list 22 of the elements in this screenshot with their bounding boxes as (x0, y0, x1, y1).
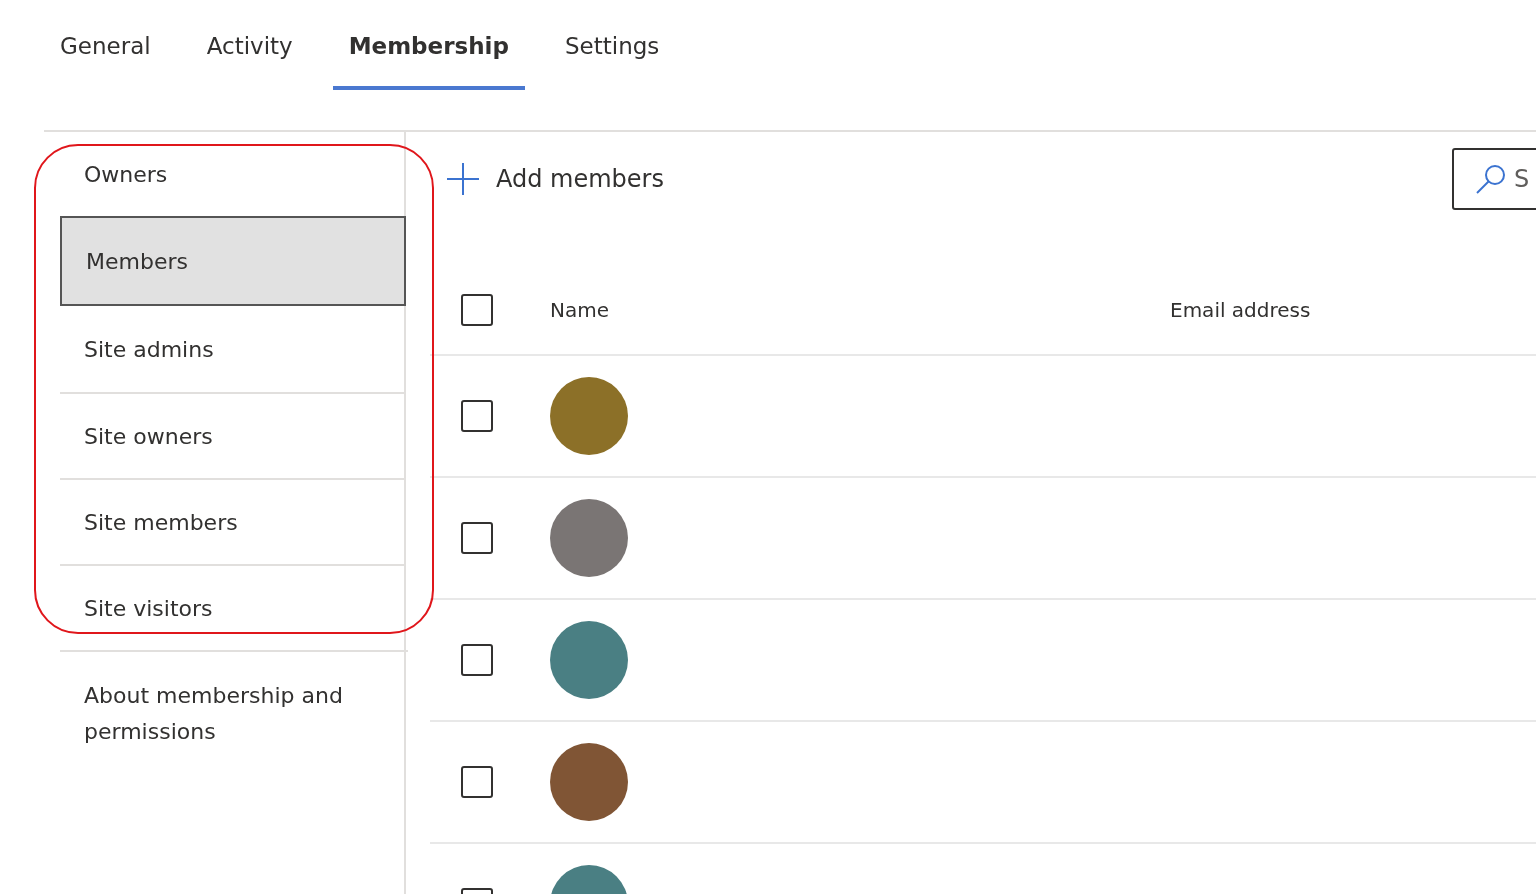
row-checkbox[interactable] (461, 400, 493, 432)
search-icon (1474, 162, 1508, 196)
row-checkbox[interactable] (461, 766, 493, 798)
tab[interactable]: General (44, 10, 167, 90)
add-members-button[interactable]: Add members (430, 162, 664, 196)
sidebar-item[interactable]: Site visitors (60, 564, 406, 650)
column-header[interactable]: Email address (1170, 298, 1311, 322)
select-all-checkbox[interactable] (461, 294, 493, 326)
column-header[interactable]: Name (550, 298, 1170, 322)
search-field[interactable]: S (1452, 148, 1536, 210)
sidebar-item[interactable]: Owners (60, 132, 406, 216)
tab[interactable]: Activity (190, 10, 309, 90)
row-checkbox[interactable] (461, 644, 493, 676)
sidebar-item[interactable]: Site members (60, 478, 406, 564)
tab[interactable]: Membership (332, 10, 525, 90)
about-link[interactable]: About membership and permissions (60, 650, 408, 776)
sidebar-item[interactable]: Site admins (60, 306, 406, 392)
row-checkbox[interactable] (461, 522, 493, 554)
sidebar-item[interactable]: Site owners (60, 392, 406, 478)
sidebar-item[interactable]: Members (60, 216, 406, 306)
plus-icon (446, 162, 480, 196)
tab[interactable]: Settings (548, 10, 676, 90)
